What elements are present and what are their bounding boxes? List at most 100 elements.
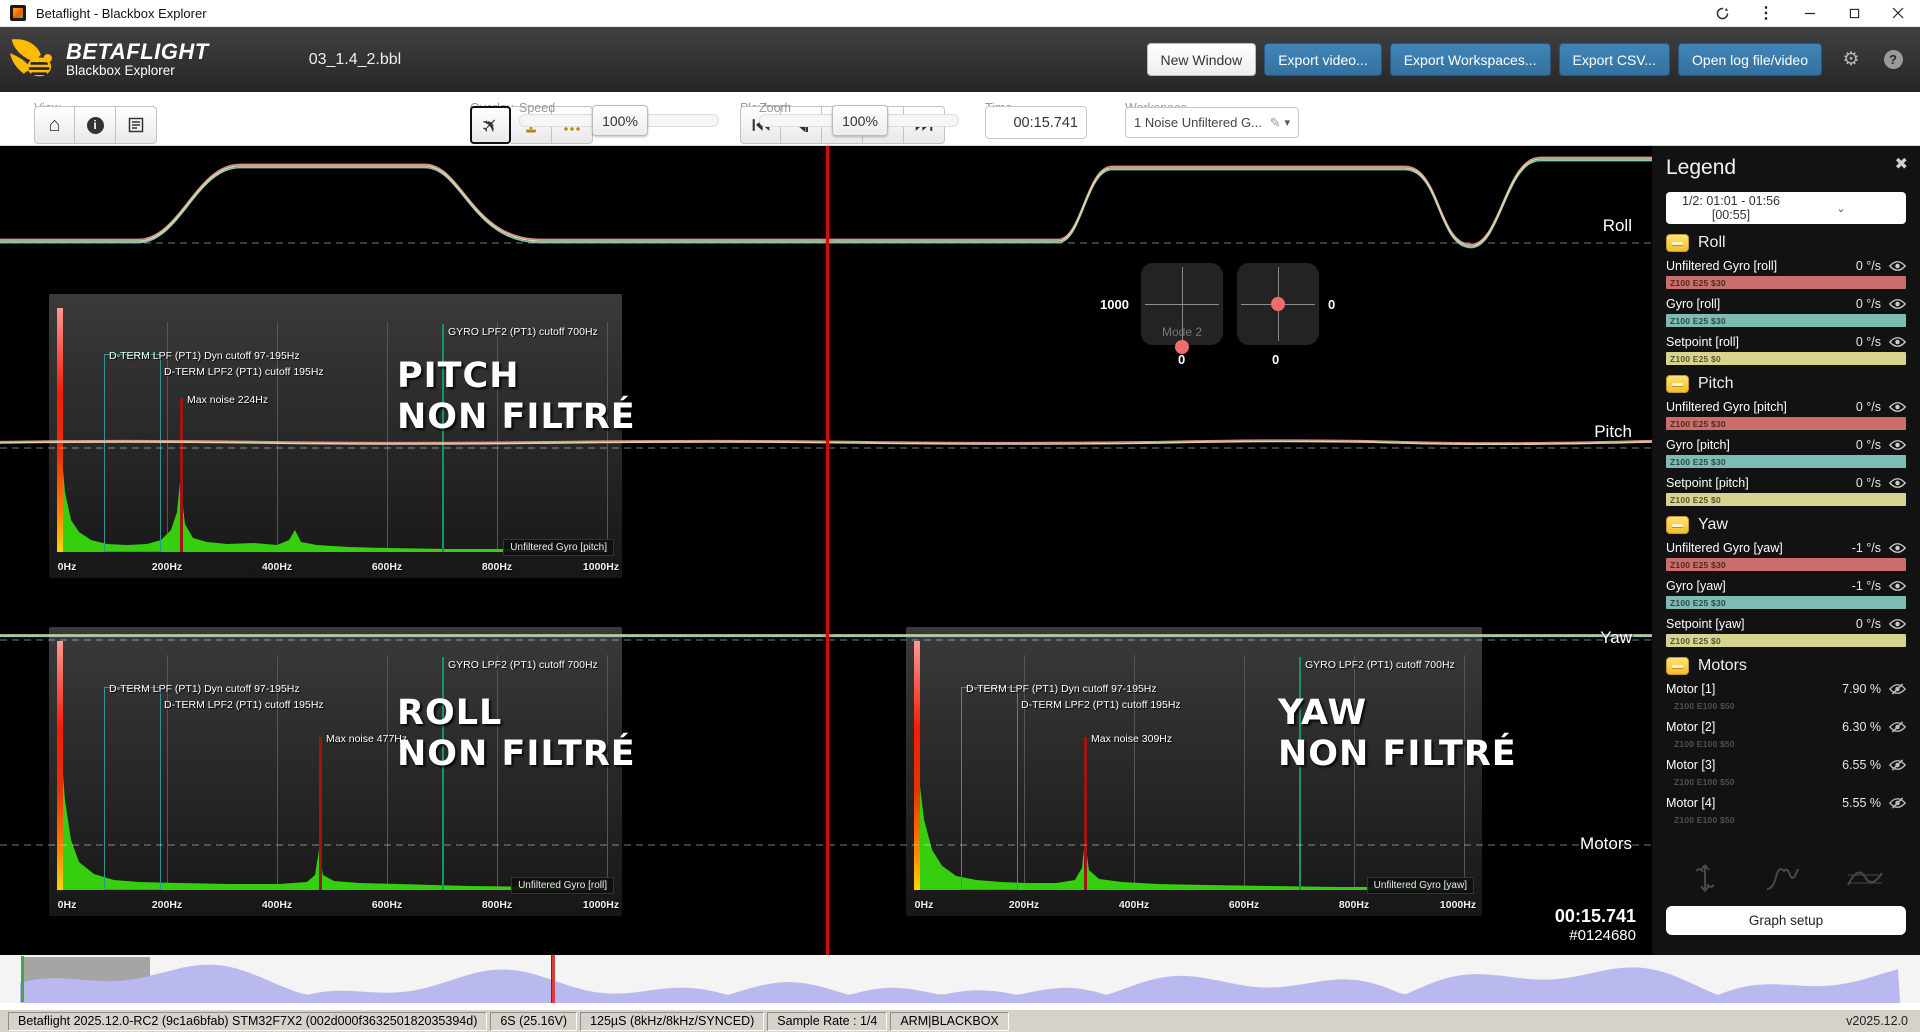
- curve-settings-bar: Z100 E25 $30: [1666, 455, 1906, 468]
- collapse-group-button[interactable]: [1666, 375, 1689, 393]
- log-list-icon: [128, 117, 144, 133]
- eye-icon[interactable]: [1889, 298, 1906, 310]
- expo-curve-icon[interactable]: [1765, 863, 1803, 893]
- right-stick-bottom-value: 0: [1272, 352, 1279, 367]
- eye-icon[interactable]: [1889, 439, 1906, 451]
- field-name: Motor [3]: [1666, 758, 1842, 772]
- curve-settings-bar: Z100 E25 $30: [1666, 596, 1906, 609]
- craft-icon: ✈: [476, 110, 506, 140]
- menu-kebab-icon[interactable]: ⋮: [1744, 0, 1788, 26]
- seek-playhead[interactable]: [551, 955, 555, 1003]
- eye-slash-icon[interactable]: [1889, 721, 1906, 733]
- legend-row[interactable]: Setpoint [roll]0 °/s Z100 E25 $0: [1666, 334, 1906, 365]
- legend-row[interactable]: Setpoint [pitch]0 °/s Z100 E25 $0: [1666, 475, 1906, 506]
- legend-row[interactable]: Unfiltered Gyro [roll]0 °/s Z100 E25 $30: [1666, 258, 1906, 289]
- view-home-button[interactable]: ⌂: [34, 106, 75, 144]
- eye-icon[interactable]: [1889, 336, 1906, 348]
- extensions-icon[interactable]: [1700, 0, 1744, 26]
- close-button[interactable]: [1876, 0, 1920, 26]
- speed-slider[interactable]: 100%: [519, 114, 719, 127]
- graph-area[interactable]: D-TERM LPF (PT1) Dyn cutoff 97-195Hz D-T…: [0, 146, 1652, 955]
- view-info-button[interactable]: i: [75, 106, 116, 144]
- eye-icon[interactable]: [1889, 260, 1906, 272]
- log-range-value: 1/2: 01:01 - 01:56 [00:55]: [1676, 194, 1786, 222]
- legend-row[interactable]: Unfiltered Gyro [pitch]0 °/s Z100 E25 $3…: [1666, 399, 1906, 430]
- field-name: Setpoint [yaw]: [1666, 617, 1856, 631]
- export-workspaces-button[interactable]: Export Workspaces...: [1390, 43, 1551, 76]
- legend-row[interactable]: Motor [1]7.90 % Z100 E100 $50: [1666, 681, 1906, 712]
- graph-setup-button[interactable]: Graph setup: [1666, 906, 1906, 935]
- legend-row[interactable]: Unfiltered Gyro [yaw]-1 °/s Z100 E25 $30: [1666, 540, 1906, 571]
- field-value: 7.90 %: [1842, 682, 1881, 696]
- maximize-button[interactable]: [1832, 0, 1876, 26]
- zoom-slider[interactable]: 100%: [759, 114, 959, 127]
- workspace-select[interactable]: 1 Noise Unfiltered G... ✎ ▾: [1125, 107, 1299, 138]
- time-readout: 00:15.741 #0124680: [1555, 906, 1636, 944]
- legend-row[interactable]: Motor [3]6.55 % Z100 E100 $50: [1666, 757, 1906, 788]
- eye-icon[interactable]: [1889, 401, 1906, 413]
- spectrum-panel-pitch: D-TERM LPF (PT1) Dyn cutoff 97-195Hz D-T…: [49, 294, 622, 578]
- eye-slash-icon[interactable]: [1889, 683, 1906, 695]
- zoom-slider-thumb[interactable]: 100%: [832, 105, 888, 136]
- help-icon[interactable]: ?: [1880, 47, 1906, 73]
- eye-icon[interactable]: [1889, 542, 1906, 554]
- eye-icon[interactable]: [1889, 477, 1906, 489]
- open-log-button[interactable]: Open log file/video: [1678, 43, 1822, 76]
- minimize-button[interactable]: [1788, 0, 1832, 26]
- collapse-group-button[interactable]: [1666, 516, 1689, 534]
- freq-tick: 0Hz: [58, 899, 77, 911]
- status-looptime: 125µS (8kHz/8kHz/SYNCED): [580, 1012, 764, 1031]
- seek-bar[interactable]: [0, 955, 1920, 1003]
- export-csv-button[interactable]: Export CSV...: [1559, 43, 1671, 76]
- eye-icon[interactable]: [1889, 618, 1906, 630]
- app-header: BETAFLIGHT Blackbox Explorer 03_1.4_2.bb…: [0, 27, 1920, 92]
- legend-row[interactable]: Gyro [pitch]0 °/s Z100 E25 $30: [1666, 437, 1906, 468]
- dterm-lpf-range-box: [961, 687, 1018, 890]
- field-name: Unfiltered Gyro [yaw]: [1666, 541, 1852, 555]
- legend-row[interactable]: Gyro [yaw]-1 °/s Z100 E25 $30: [1666, 578, 1906, 609]
- speed-slider-thumb[interactable]: 100%: [592, 105, 648, 136]
- legend-row[interactable]: Setpoint [yaw]0 °/s Z100 E25 $0: [1666, 616, 1906, 647]
- overlay-craft-button[interactable]: ✈: [470, 106, 511, 144]
- eye-slash-icon[interactable]: [1889, 797, 1906, 809]
- legend-row[interactable]: Motor [2]6.30 % Z100 E100 $50: [1666, 719, 1906, 750]
- legend-close-icon[interactable]: ✖: [1895, 154, 1908, 174]
- zoom-vertical-icon[interactable]: [1688, 863, 1722, 893]
- eye-slash-icon[interactable]: [1889, 759, 1906, 771]
- playback-cursor[interactable]: [826, 146, 829, 955]
- max-noise-bar: [319, 737, 322, 890]
- right-stick-side-value: 0: [1328, 297, 1335, 312]
- freq-tick: 800Hz: [482, 561, 512, 573]
- export-video-button[interactable]: Export video...: [1264, 43, 1382, 76]
- field-name: Gyro [roll]: [1666, 297, 1856, 311]
- max-noise-label: Max noise 224Hz: [187, 394, 268, 406]
- pencil-icon[interactable]: ✎: [1270, 115, 1281, 131]
- row-label-motors: Motors: [1580, 834, 1632, 854]
- smoothing-curve-icon[interactable]: [1846, 863, 1884, 893]
- curve-settings-bar: Z100 E25 $0: [1666, 352, 1906, 365]
- eye-icon[interactable]: [1889, 580, 1906, 592]
- freq-tick: 0Hz: [915, 899, 934, 911]
- legend-row[interactable]: Motor [4]5.55 % Z100 E100 $50: [1666, 795, 1906, 826]
- group-name: Yaw: [1698, 516, 1728, 534]
- new-window-button[interactable]: New Window: [1147, 43, 1257, 76]
- log-range-select[interactable]: 1/2: 01:01 - 01:56 [00:55] ⌄: [1666, 192, 1906, 224]
- freq-tick: 1000Hz: [583, 899, 619, 911]
- settings-gear-icon[interactable]: ⚙: [1838, 47, 1864, 73]
- time-input[interactable]: 00:15.741: [985, 106, 1087, 139]
- collapse-group-button[interactable]: [1666, 234, 1689, 252]
- curve-settings-bar: Z100 E100 $50: [1666, 813, 1906, 826]
- legend-group-yaw: Yaw: [1666, 516, 1906, 534]
- legend-row[interactable]: Gyro [roll]0 °/s Z100 E25 $30: [1666, 296, 1906, 327]
- speed-label: Speed: [519, 101, 555, 115]
- freq-tick: 600Hz: [372, 561, 402, 573]
- seek-start-marker: [21, 956, 24, 1002]
- field-value: 0 °/s: [1856, 617, 1881, 631]
- freq-tick: 400Hz: [1119, 899, 1149, 911]
- view-log-button[interactable]: [116, 106, 157, 144]
- collapse-group-button[interactable]: [1666, 657, 1689, 675]
- throttle-value: 1000: [1100, 297, 1129, 312]
- curve-settings-bar: Z100 E100 $50: [1666, 775, 1906, 788]
- max-noise-label: Max noise 309Hz: [1091, 733, 1172, 745]
- toolbar: View ⌂ i Overlay ✈ Playback Speed 100% Z…: [0, 92, 1920, 146]
